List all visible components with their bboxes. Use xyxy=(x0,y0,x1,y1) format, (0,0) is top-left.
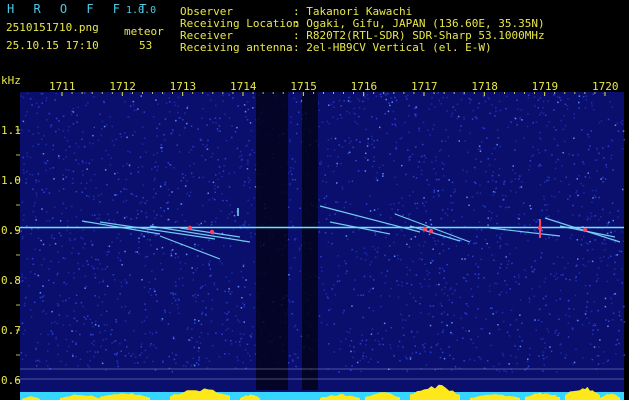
spectrogram-svg: 1.1 1.0 0.9 0.8 0.7 0.6 kHz 1711 1712 1713 1714 171… xyxy=(1,74,626,400)
meteor-echo-3 xyxy=(428,228,434,234)
info-label-antenna: Receiving antenna xyxy=(180,41,293,54)
date-time: 25.10.15 17:10 xyxy=(6,39,99,52)
y-tick-label-3: 0.8 xyxy=(1,274,21,287)
meteor-echo-0 xyxy=(187,225,193,231)
spectrogram-panel: 1.1 1.0 0.9 0.8 0.7 0.6 kHz 1711 1712 1713 1714 171… xyxy=(0,56,629,400)
meteor-echo-5 xyxy=(582,227,588,233)
x-tick-label-8: 1719 xyxy=(532,80,559,93)
spectrogram-background xyxy=(20,92,624,400)
x-tick-label-9: 1720 xyxy=(592,80,619,93)
signal-gap-0 xyxy=(256,92,276,390)
signal-gap-2 xyxy=(302,92,318,390)
app-version: 1.0.0 xyxy=(126,5,157,16)
header-panel: H R O F F T 1.0.0 2510151710.png meteor … xyxy=(0,0,629,56)
x-tick-label-2: 1713 xyxy=(170,80,197,93)
x-tick-label-4: 1715 xyxy=(290,80,317,93)
x-tick-label-5: 1716 xyxy=(351,80,378,93)
y-tick-label-5: 0.6 xyxy=(1,374,21,387)
file-name: 2510151710.png xyxy=(6,21,99,34)
x-tick-label-1: 1712 xyxy=(109,80,136,93)
info-value-antenna: : 2el-HB9CV Vertical (el. E-W) xyxy=(293,41,492,54)
x-tick-label-7: 1718 xyxy=(471,80,498,93)
y-tick-label-1: 1.0 xyxy=(1,174,21,187)
y-tick-label-4: 0.7 xyxy=(1,324,21,337)
y-tick-label-0: 1.1 xyxy=(1,124,21,137)
meteor-label: meteor xyxy=(124,25,164,38)
y-tick-label-2: 0.9 xyxy=(1,224,21,237)
x-tick-label-0: 1711 xyxy=(49,80,76,93)
meteor-echo-1 xyxy=(209,229,215,235)
x-tick-label-6: 1717 xyxy=(411,80,438,93)
meteor-echo-2 xyxy=(422,226,428,232)
signal-gap-1 xyxy=(276,92,288,390)
meteor-count: 53 xyxy=(139,39,153,52)
y-unit-label: kHz xyxy=(1,74,21,87)
x-tick-label-3: 1714 xyxy=(230,80,257,93)
